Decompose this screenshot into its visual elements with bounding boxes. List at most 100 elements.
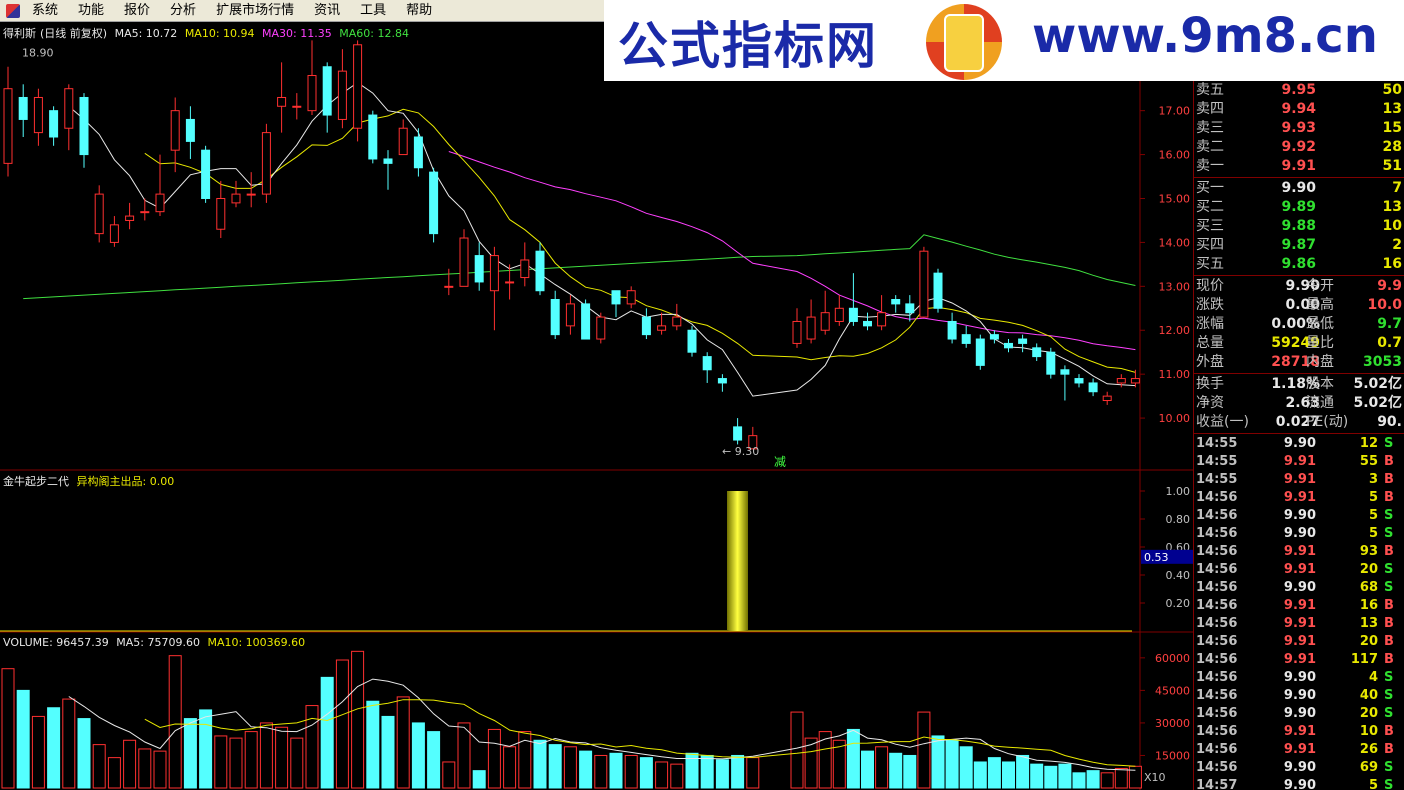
price-tick-label: 10.00 [1159,412,1191,425]
orderbook-price: 9.87 [1281,237,1316,253]
candle-body [201,149,211,199]
volume-bar [903,754,917,789]
quote-label: 涨幅 [1196,316,1224,332]
tick-price: 9.91 [1283,562,1316,577]
quote-value: 3053 [1363,354,1402,370]
tick-time: 14:56 [1196,526,1238,541]
tick-row: 14:56 9.90 4 S [1194,669,1404,687]
tick-price: 9.90 [1283,706,1316,721]
tick-direction: B [1384,724,1394,739]
menu-ext-market[interactable]: 扩展市场行情 [206,0,304,22]
tick-time: 14:56 [1196,544,1238,559]
volume-bar [1086,770,1100,789]
indicator-chart[interactable]: 1.000.800.600.400.200.53 [0,471,1193,633]
orderbook-row[interactable]: 卖五 9.95 50 [1194,81,1404,100]
volume-tick-label: 60000 [1155,652,1190,665]
candle-body [1004,342,1013,349]
tick-row: 14:56 9.90 68 S [1194,579,1404,597]
price-chart[interactable]: 18.0017.0016.0015.0014.0013.0012.0011.00… [0,22,1193,471]
volume-bar [931,735,945,789]
candle-body [64,88,74,129]
candle-body [1032,347,1042,358]
volume-bar [624,754,638,789]
candle-body [550,299,560,336]
menu-news[interactable]: 资讯 [304,0,350,22]
menu-system[interactable]: 系统 [22,0,68,22]
tick-row: 14:56 9.90 69 S [1194,759,1404,777]
candle-body [565,303,575,327]
candle-body [1088,382,1098,393]
volume-bar [1128,765,1142,789]
candle-body [33,96,43,134]
volume-bar [1058,763,1072,789]
low-price-label: ← 9.30 [722,445,759,458]
candle-body [444,285,454,288]
tick-price: 9.90 [1283,526,1316,541]
volume-bar [917,711,931,789]
tick-price: 9.90 [1283,688,1316,703]
tick-row: 14:56 9.91 20 S [1194,561,1404,579]
tick-volume: 55 [1359,454,1378,469]
tick-direction: S [1384,670,1394,685]
ma10-value: MA10: 10.94 [184,27,255,40]
orderbook-row[interactable]: 卖四 9.94 13 [1194,100,1404,119]
orderbook-price: 9.91 [1281,158,1316,174]
ma30-value: MA30: 11.35 [262,27,332,40]
app-icon[interactable] [6,3,20,18]
candle-body [672,316,682,327]
candle-body [1102,395,1112,402]
candle-body [611,290,621,305]
orderbook-row[interactable]: 买一 9.90 7 [1194,179,1404,198]
volume-bar [889,752,903,789]
menu-analysis[interactable]: 分析 [160,0,206,22]
tick-volume: 5 [1368,526,1378,541]
tick-direction: B [1384,616,1394,631]
tick-direction: S [1384,526,1394,541]
orderbook-row[interactable]: 卖一 9.91 51 [1194,157,1404,176]
tick-row: 14:56 9.91 117 B [1194,651,1404,669]
orderbook-row[interactable]: 卖二 9.92 28 [1194,138,1404,157]
volume-bar [290,737,304,789]
orderbook-row[interactable]: 买三 9.88 10 [1194,217,1404,236]
quote-panel: 卖五 9.95 50 卖四 9.94 13 卖三 9.93 15 卖二 9.92 28 卖一 9.91 51… [1193,81,1404,790]
quote-label: 总量 [1196,335,1224,351]
quote-label: 今开 [1306,278,1334,294]
volume-bar [973,761,987,789]
orderbook-row[interactable]: 买二 9.89 13 [1194,198,1404,217]
tick-row: 14:56 9.91 5 B [1194,489,1404,507]
orderbook-volume: 10 [1382,218,1402,234]
volume-chart[interactable]: 60000 45000 30000 15000 X10 [0,633,1193,790]
orderbook-row[interactable]: 卖三 9.93 15 [1194,119,1404,138]
menu-help[interactable]: 帮助 [396,0,442,22]
tick-row: 14:55 9.91 3 B [1194,471,1404,489]
tick-time: 14:56 [1196,670,1238,685]
quote-label: 流通 [1306,395,1334,411]
orderbook-row[interactable]: 买五 9.86 16 [1194,255,1404,274]
menu-function[interactable]: 功能 [68,0,114,22]
candle-body [848,307,858,322]
volume-bar [548,744,562,789]
candle-body [246,193,256,196]
candle-body [505,281,515,284]
tick-row: 14:56 9.91 13 B [1194,615,1404,633]
orderbook-row[interactable]: 买四 9.87 2 [1194,236,1404,255]
quote-value: 90. [1377,414,1402,430]
volume-bar [1044,765,1058,789]
volume-bar [366,700,380,789]
ma60-value: MA60: 12.84 [339,27,409,40]
volume-bar [818,731,832,789]
quote-row: 收益(一) 0.027 PE(动) 90. [1194,413,1404,432]
menu-tools[interactable]: 工具 [350,0,396,22]
quote-label: 内盘 [1306,354,1334,370]
tick-price: 9.91 [1283,454,1316,469]
tick-direction: S [1384,688,1394,703]
candle-body [155,193,165,213]
volume-bar [411,722,425,789]
menu-quote[interactable]: 报价 [114,0,160,22]
watermark-url: www.9m8.cn [1032,8,1378,64]
tick-direction: B [1384,454,1394,469]
tick-direction: S [1384,760,1394,775]
tick-list[interactable]: 14:55 9.90 12 S 14:55 9.91 55 B 14:55 9.91 3 B 14:56… [1194,435,1404,790]
tick-time: 14:56 [1196,616,1238,631]
volume-bar [609,752,623,789]
